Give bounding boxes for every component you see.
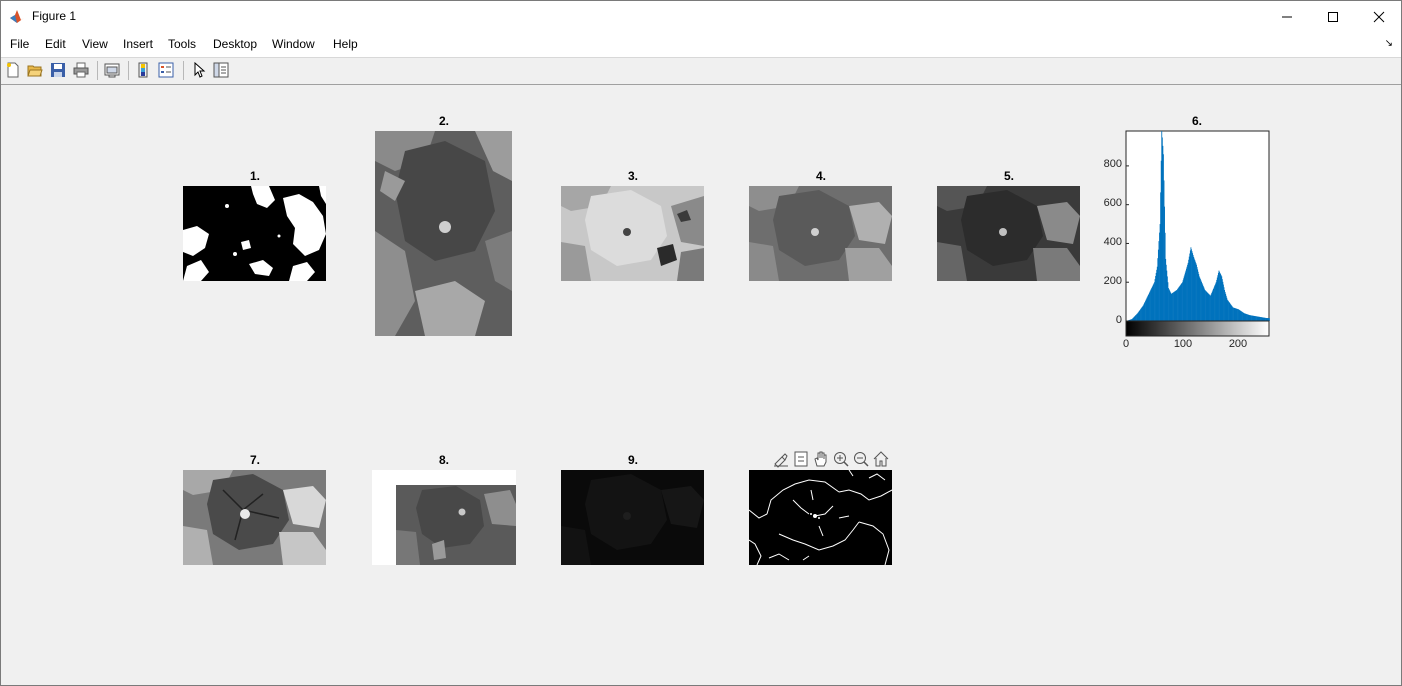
subplot-8-image[interactable] [372,470,516,565]
inverted-flower-image [561,186,704,281]
menu-desktop[interactable]: Desktop [213,37,257,51]
y-tick-label: 200 [1103,275,1122,287]
subplot-10-edges-image[interactable] [749,470,892,565]
brush-icon[interactable] [772,450,790,468]
subplot-title-1: 1. [249,169,260,183]
subplot-2-grayscale-image[interactable] [375,131,512,336]
minimize-icon [1282,16,1292,17]
window-title: Figure 1 [32,9,77,23]
insert-colorbar-icon[interactable] [135,62,151,78]
binary-mask-image [183,186,326,281]
save-icon[interactable] [50,62,66,78]
subplot-9-image[interactable] [561,470,704,565]
subplot-1-binary-image[interactable] [183,186,326,281]
menu-help[interactable]: Help [333,37,358,51]
menu-edit[interactable]: Edit [45,37,66,51]
figure-canvas: 1. 2. 3. 4. 5. 6. 0 200 400 600 800 0 10… [1,85,1401,685]
matlab-icon [10,10,24,23]
subplot-title-5: 5. [1003,169,1014,183]
toolbar-separator [128,61,129,80]
edit-plot-icon[interactable] [191,62,207,78]
maximize-button[interactable] [1310,1,1356,32]
minimize-button[interactable] [1264,1,1310,32]
axes-toolbar [772,450,892,468]
subplot-title-2: 2. [438,114,449,128]
maximize-icon [1328,11,1338,22]
zoom-out-icon[interactable] [852,450,870,468]
menu-tools[interactable]: Tools [168,37,196,51]
toolbar-separator [97,61,98,80]
grayscale-flower-image [749,186,892,281]
pan-icon[interactable] [812,450,830,468]
figure-window: Figure 1 File Edit View Insert Tools Des… [0,0,1402,686]
subplot-3-image[interactable] [561,186,704,281]
toolbar-separator [183,61,184,80]
menu-file[interactable]: File [10,37,29,51]
dock-arrow-icon[interactable]: ↘ [1385,38,1393,49]
property-inspector-icon[interactable] [213,62,229,78]
menu-window[interactable]: Window [272,37,315,51]
subplot-title-3: 3. [627,169,638,183]
subplot-title-8: 8. [438,453,449,467]
title-bar: Figure 1 [1,1,1401,32]
flower-grayscale-image [375,131,512,336]
subplot-title-6: 6. [1191,114,1202,128]
close-icon [1373,11,1385,22]
menu-view[interactable]: View [82,37,108,51]
link-plot-icon[interactable] [104,62,120,78]
dark-flower-image [937,186,1080,281]
shifted-flower-image [396,485,516,565]
insert-legend-icon[interactable] [158,62,174,78]
y-tick-label: 600 [1103,197,1122,209]
subplot-title-4: 4. [815,169,826,183]
new-figure-icon[interactable] [5,62,21,78]
subplot-6-histogram[interactable] [1125,130,1270,337]
menu-insert[interactable]: Insert [123,37,153,51]
y-tick-label: 0 [1115,314,1122,326]
x-tick-label: 0 [1122,338,1130,350]
dark-difference-image [561,470,704,565]
edge-detection-image [749,470,892,565]
y-tick-label: 800 [1103,158,1122,170]
subplot-title-9: 9. [627,453,638,467]
subplot-4-image[interactable] [749,186,892,281]
subplot-5-image[interactable] [937,186,1080,281]
close-button[interactable] [1356,1,1402,32]
subplot-title-7: 7. [249,453,260,467]
subplot-7-image[interactable] [183,470,326,565]
intensity-colorbar [1125,320,1270,337]
x-tick-label: 100 [1173,338,1193,350]
histogram-chart [1125,130,1270,337]
menu-bar: File Edit View Insert Tools Desktop Wind… [1,32,1401,57]
figure-toolbar [1,57,1401,85]
y-tick-label: 400 [1103,236,1122,248]
x-tick-label: 200 [1228,338,1248,350]
print-icon[interactable] [73,62,89,78]
zoom-in-icon[interactable] [832,450,850,468]
open-file-icon[interactable] [27,62,43,78]
enhanced-flower-image [183,470,326,565]
home-icon[interactable] [872,450,890,468]
data-tips-icon[interactable] [792,450,810,468]
